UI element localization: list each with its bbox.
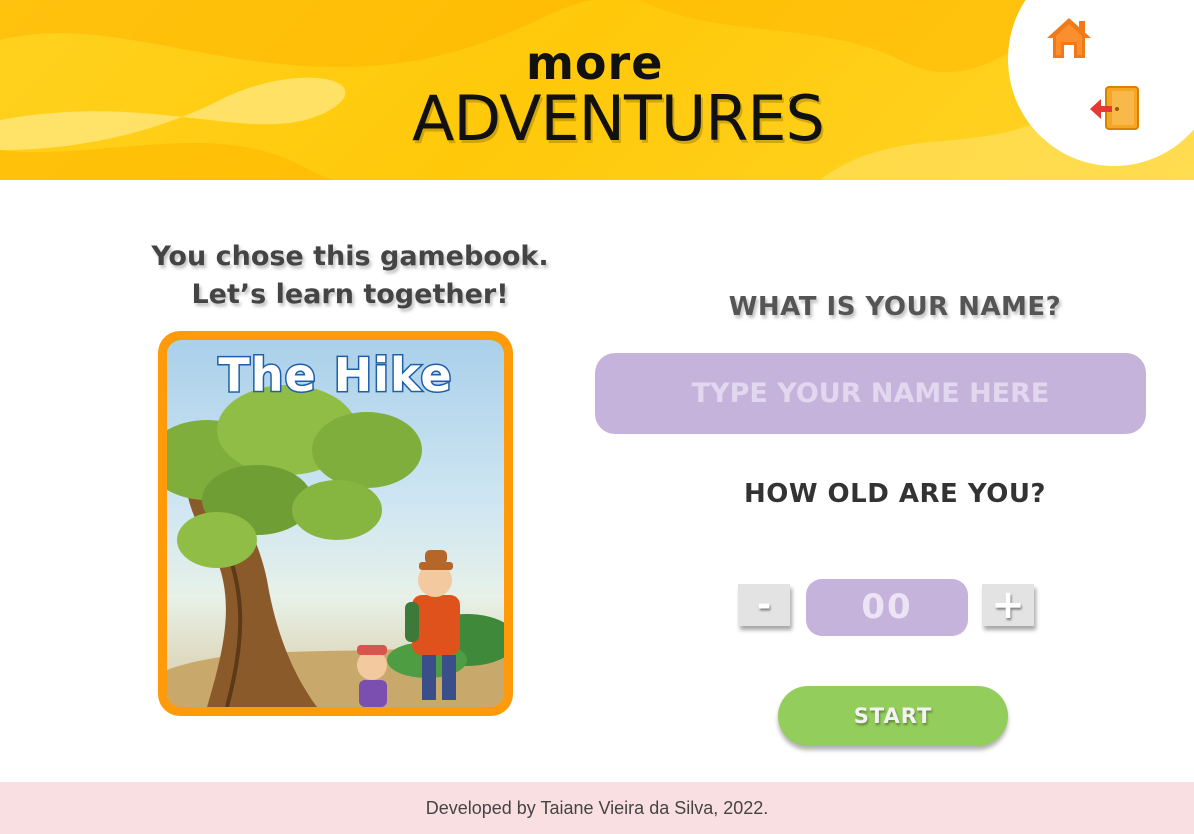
gamebook-title: The Hike — [217, 347, 453, 404]
exit-button[interactable] — [1088, 84, 1142, 134]
intro-line-1: You chose this gamebook. — [151, 241, 549, 272]
footer: Developed by Taiane Vieira da Silva, 202… — [0, 782, 1194, 834]
age-value-display: 00 — [806, 579, 968, 636]
home-icon — [1047, 18, 1091, 58]
gamebook-cover-art: The Hike — [167, 340, 504, 707]
footer-credit: Developed by Taiane Vieira da Silva, 202… — [425, 798, 769, 818]
app-logo: more ADVENTURES © — [400, 36, 825, 170]
exit-door-icon — [1090, 86, 1139, 130]
intro-line-2: Let’s learn together! — [191, 279, 509, 310]
name-input[interactable] — [595, 353, 1146, 434]
start-button[interactable]: START — [778, 686, 1008, 746]
increase-age-button[interactable]: + — [982, 584, 1034, 626]
age-question: HOW OLD ARE YOU? — [743, 479, 1047, 509]
header-banner: more ADVENTURES © — [0, 0, 1194, 180]
logo-copyright-mark: © — [788, 94, 799, 107]
decrease-age-button[interactable]: - — [738, 584, 790, 626]
logo-adventures-text: ADVENTURES — [412, 82, 825, 155]
home-button[interactable] — [1044, 14, 1094, 62]
name-question: WHAT IS YOUR NAME? — [728, 292, 1062, 322]
gamebook-cover[interactable]: The Hike — [158, 331, 513, 716]
intro-message: You chose this gamebook. Let’s learn tog… — [150, 238, 550, 314]
